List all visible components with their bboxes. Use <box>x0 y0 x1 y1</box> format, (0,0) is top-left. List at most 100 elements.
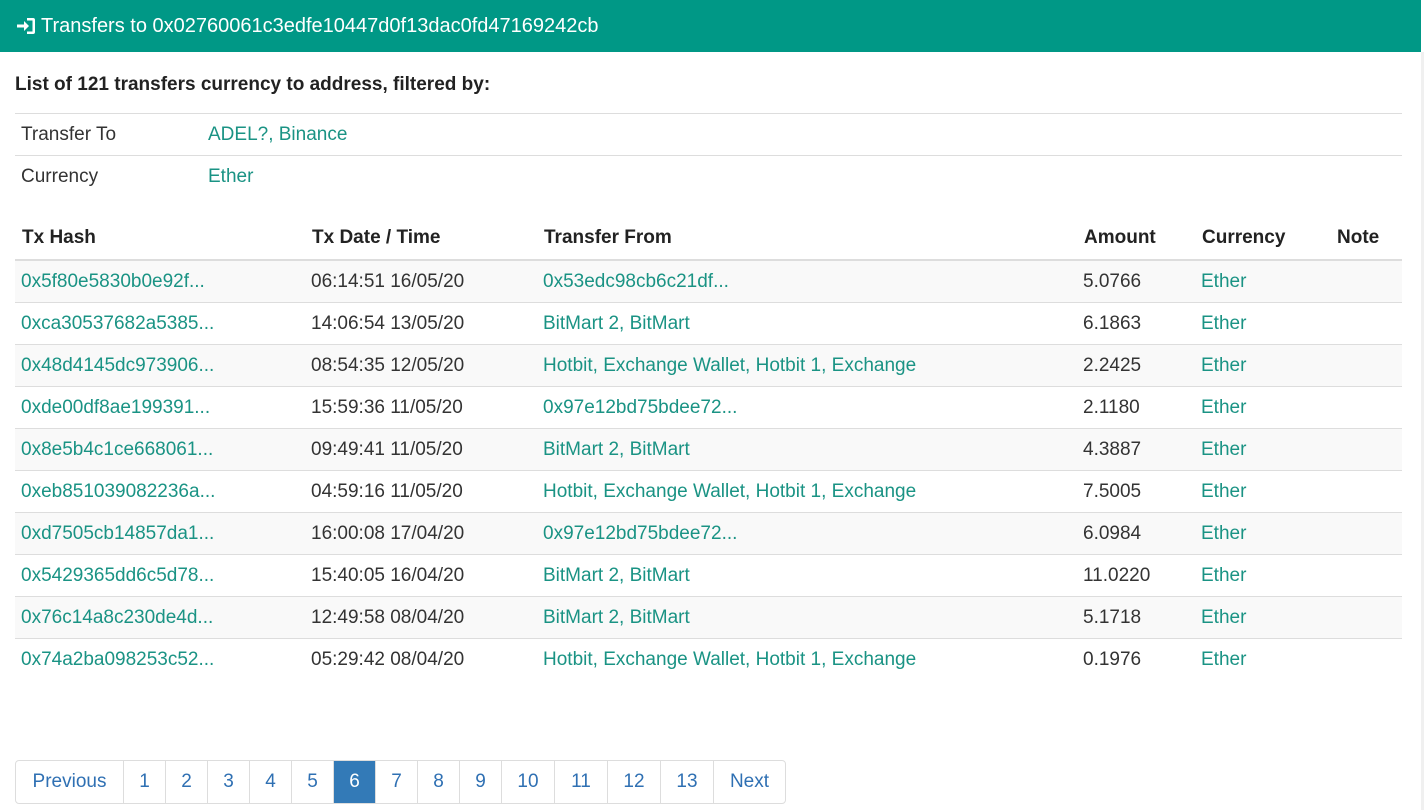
currency-link[interactable]: Ether <box>1201 481 1246 502</box>
tx-hash-link[interactable]: 0x5429365dd6c5d78... <box>21 565 214 586</box>
pagination-page-13[interactable]: 13 <box>661 761 714 803</box>
transfer-from-cell: Hotbit, Exchange Wallet, Hotbit 1, Excha… <box>537 470 1077 513</box>
main-content: List of 121 transfers currency to addres… <box>15 52 1402 680</box>
currency-cell: Ether <box>1195 260 1330 303</box>
pagination-page-6-active[interactable]: 6 <box>334 761 376 803</box>
tx-date-cell: 16:00:08 17/04/20 <box>305 512 537 555</box>
tx-hash-link[interactable]: 0x76c14a8c230de4d... <box>21 607 213 628</box>
tx-hash-cell: 0x48d4145dc973906... <box>15 344 305 387</box>
sign-in-icon <box>15 15 37 37</box>
note-cell <box>1330 302 1402 345</box>
currency-cell: Ether <box>1195 596 1330 639</box>
tx-date-cell: 09:49:41 11/05/20 <box>305 428 537 471</box>
transfer-from-link[interactable]: 0x97e12bd75bdee72... <box>543 523 737 544</box>
transfer-from-link[interactable]: 0x53edc98cb6c21df... <box>543 271 729 292</box>
amount-cell: 5.0766 <box>1077 260 1195 303</box>
tx-hash-link[interactable]: 0x48d4145dc973906... <box>21 355 214 376</box>
currency-cell: Ether <box>1195 512 1330 555</box>
transfer-from-link[interactable]: Hotbit, Exchange Wallet, Hotbit 1, Excha… <box>543 481 916 502</box>
tx-hash-cell: 0x74a2ba098253c52... <box>15 638 305 680</box>
transfer-from-link[interactable]: BitMart 2, BitMart <box>543 313 690 334</box>
pagination-previous-button[interactable]: Previous <box>16 761 124 803</box>
tx-hash-link[interactable]: 0x8e5b4c1ce668061... <box>21 439 213 460</box>
transfer-from-link[interactable]: BitMart 2, BitMart <box>543 607 690 628</box>
currency-link[interactable]: Ether <box>1201 565 1246 586</box>
transfer-from-link[interactable]: 0x97e12bd75bdee72... <box>543 397 737 418</box>
pagination-page-1[interactable]: 1 <box>124 761 166 803</box>
tx-hash-link[interactable]: 0xde00df8ae199391... <box>21 397 210 418</box>
tx-hash-cell: 0xde00df8ae199391... <box>15 386 305 429</box>
note-cell <box>1330 554 1402 597</box>
page: Transfers to 0x02760061c3edfe10447d0f13d… <box>0 0 1424 810</box>
amount-cell: 2.2425 <box>1077 344 1195 387</box>
filter-label: Transfer To <box>15 114 202 156</box>
filter-row-transfer-to: Transfer To ADEL?, Binance <box>15 114 1402 156</box>
transfer-from-cell: Hotbit, Exchange Wallet, Hotbit 1, Excha… <box>537 638 1077 680</box>
pagination-page-9[interactable]: 9 <box>460 761 502 803</box>
pagination-page-7[interactable]: 7 <box>376 761 418 803</box>
amount-cell: 7.5005 <box>1077 470 1195 513</box>
currency-cell: Ether <box>1195 428 1330 471</box>
pagination-page-5[interactable]: 5 <box>292 761 334 803</box>
transfer-from-link[interactable]: Hotbit, Exchange Wallet, Hotbit 1, Excha… <box>543 649 916 670</box>
tx-date-cell: 06:14:51 16/05/20 <box>305 260 537 303</box>
table-row: 0x5f80e5830b0e92f... 06:14:51 16/05/20 0… <box>15 260 1402 303</box>
currency-link[interactable]: Ether <box>1201 649 1246 670</box>
pagination-page-4[interactable]: 4 <box>250 761 292 803</box>
transfer-from-link[interactable]: BitMart 2, BitMart <box>543 565 690 586</box>
tx-hash-link[interactable]: 0x5f80e5830b0e92f... <box>21 271 205 292</box>
amount-cell: 0.1976 <box>1077 638 1195 680</box>
table-row: 0x8e5b4c1ce668061... 09:49:41 11/05/20 B… <box>15 428 1402 471</box>
pagination-page-8[interactable]: 8 <box>418 761 460 803</box>
filter-value: ADEL?, Binance <box>202 114 1402 156</box>
currency-link[interactable]: Ether <box>1201 523 1246 544</box>
note-cell <box>1330 470 1402 513</box>
tx-hash-link[interactable]: 0x74a2ba098253c52... <box>21 649 214 670</box>
currency-link[interactable]: Ether <box>1201 397 1246 418</box>
amount-cell: 11.0220 <box>1077 554 1195 597</box>
pagination-page-10[interactable]: 10 <box>502 761 555 803</box>
pagination-page-2[interactable]: 2 <box>166 761 208 803</box>
tx-date-cell: 08:54:35 12/05/20 <box>305 344 537 387</box>
currency-cell: Ether <box>1195 302 1330 345</box>
transfer-from-cell: BitMart 2, BitMart <box>537 302 1077 345</box>
currency-link[interactable]: Ether <box>1201 313 1246 334</box>
tx-hash-cell: 0x5f80e5830b0e92f... <box>15 260 305 303</box>
table-row: 0x5429365dd6c5d78... 15:40:05 16/04/20 B… <box>15 554 1402 597</box>
currency-link[interactable]: Ether <box>1201 607 1246 628</box>
tx-hash-cell: 0xd7505cb14857da1... <box>15 512 305 555</box>
filter-label: Currency <box>21 165 99 187</box>
tx-hash-link[interactable]: 0xeb851039082236a... <box>21 481 215 502</box>
tx-date-cell: 15:40:05 16/04/20 <box>305 554 537 597</box>
filter-currency-link[interactable]: Ether <box>208 166 253 187</box>
column-header-currency: Currency <box>1195 217 1330 261</box>
pagination-page-3[interactable]: 3 <box>208 761 250 803</box>
transfer-from-link[interactable]: BitMart 2, BitMart <box>543 439 690 460</box>
transfer-from-cell: Hotbit, Exchange Wallet, Hotbit 1, Excha… <box>537 344 1077 387</box>
page-title: Transfers to 0x02760061c3edfe10447d0f13d… <box>41 15 599 37</box>
currency-link[interactable]: Ether <box>1201 439 1246 460</box>
pagination-page-11[interactable]: 11 <box>555 761 608 803</box>
amount-cell: 2.1180 <box>1077 386 1195 429</box>
tx-hash-link[interactable]: 0xca30537682a5385... <box>21 313 214 334</box>
transfers-table: Tx Hash Tx Date / Time Transfer From Amo… <box>15 217 1402 680</box>
pagination: Previous 1 2 3 4 5 6 7 8 9 10 11 12 13 N… <box>15 760 786 804</box>
table-header-row: Tx Hash Tx Date / Time Transfer From Amo… <box>15 217 1402 261</box>
pagination-page-12[interactable]: 12 <box>608 761 661 803</box>
pagination-next-button[interactable]: Next <box>714 761 785 803</box>
tx-date-cell: 04:59:16 11/05/20 <box>305 470 537 513</box>
column-header-tx-date: Tx Date / Time <box>305 217 537 261</box>
transfer-from-cell: BitMart 2, BitMart <box>537 554 1077 597</box>
currency-cell: Ether <box>1195 638 1330 680</box>
tx-hash-cell: 0x76c14a8c230de4d... <box>15 596 305 639</box>
currency-link[interactable]: Ether <box>1201 355 1246 376</box>
currency-link[interactable]: Ether <box>1201 271 1246 292</box>
table-row: 0xde00df8ae199391... 15:59:36 11/05/20 0… <box>15 386 1402 429</box>
note-cell <box>1330 512 1402 555</box>
transfer-from-link[interactable]: Hotbit, Exchange Wallet, Hotbit 1, Excha… <box>543 355 916 376</box>
transfer-from-cell: BitMart 2, BitMart <box>537 596 1077 639</box>
tx-date-cell: 14:06:54 13/05/20 <box>305 302 537 345</box>
filter-transfer-to-link[interactable]: ADEL?, Binance <box>208 124 347 145</box>
note-cell <box>1330 344 1402 387</box>
tx-hash-link[interactable]: 0xd7505cb14857da1... <box>21 523 214 544</box>
